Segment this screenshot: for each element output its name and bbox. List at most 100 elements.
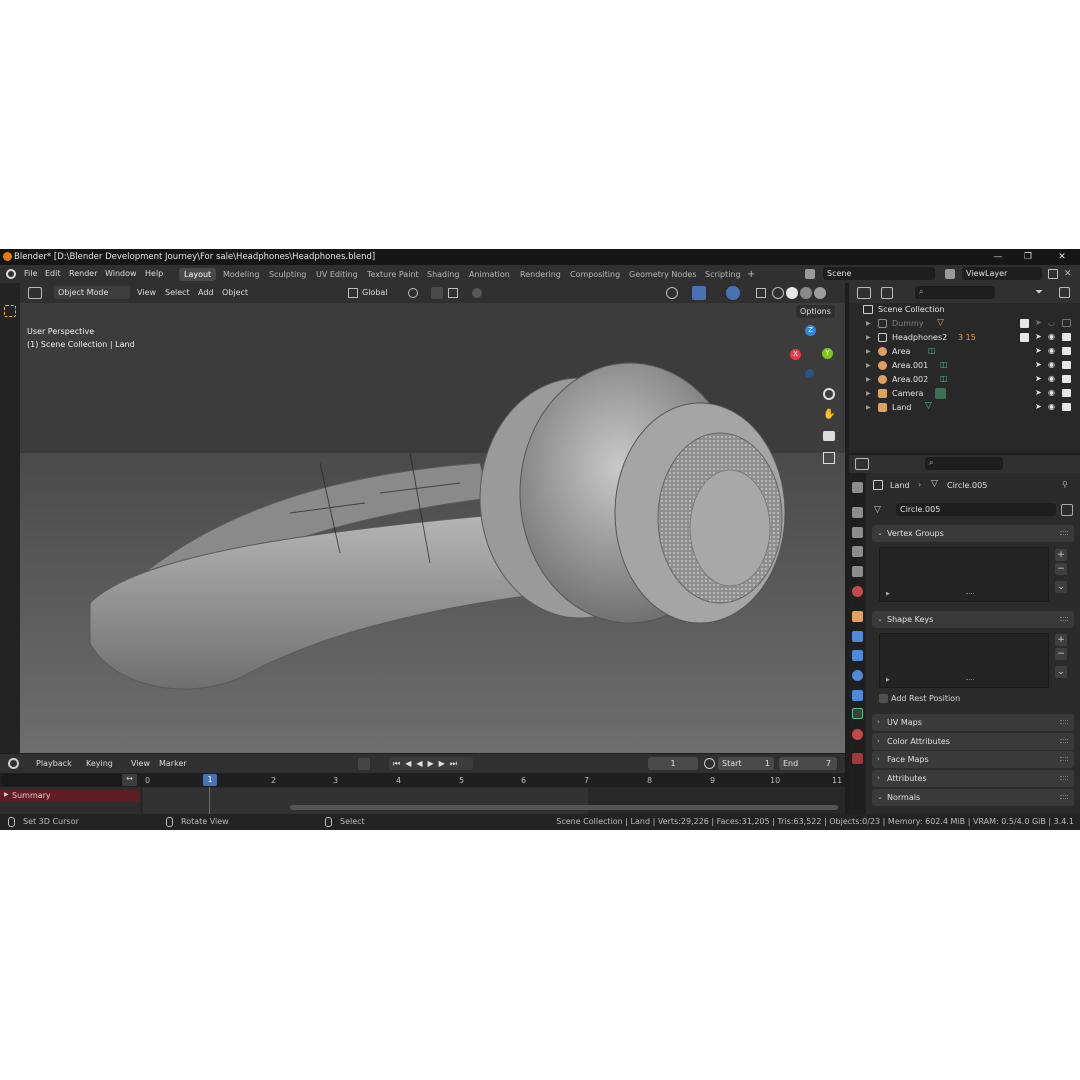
pivot-point-icon[interactable] <box>408 288 418 298</box>
filter-icon[interactable]: ⏷ <box>1035 287 1047 299</box>
shape-key-specials-button[interactable]: ⌄ <box>1055 666 1067 678</box>
outliner-item-area-001[interactable]: ▶ Area.001 ◫ ➤ ◉ <box>849 359 1080 373</box>
selectable-icon[interactable]: ➤ <box>1035 332 1042 341</box>
particles-tab-icon[interactable] <box>852 650 863 661</box>
eye-icon[interactable]: ◉ <box>1048 360 1055 369</box>
outliner-search-field[interactable]: ⌕ <box>915 286 995 299</box>
material-tab-icon[interactable] <box>852 729 863 740</box>
list-resize-grip[interactable] <box>966 679 974 682</box>
menu-playback[interactable]: Playback <box>36 759 72 768</box>
visibility-hidden-icon[interactable]: ◡ <box>1048 318 1055 327</box>
mesh-datablock-icon[interactable]: ▽ <box>874 505 881 515</box>
summary-channel[interactable]: ▶ Summary <box>0 790 140 802</box>
menu-marker[interactable]: Marker <box>159 759 187 768</box>
view-layer-field[interactable]: ViewLayer <box>962 267 1042 280</box>
mesh-name-field[interactable]: Circle.005 <box>896 503 1056 516</box>
menu-view[interactable]: View <box>137 288 156 297</box>
gizmo-x-axis[interactable]: X <box>790 349 801 360</box>
selectable-icon[interactable]: ➤ <box>1035 318 1042 327</box>
list-expand-icon[interactable]: ▶ <box>886 591 890 597</box>
attributes-panel-header[interactable]: › Attributes <box>872 770 1074 787</box>
shape-keys-list[interactable]: ▶ <box>879 633 1049 688</box>
new-view-layer-icon[interactable] <box>1048 269 1058 279</box>
tab-modeling[interactable]: Modeling <box>218 268 264 281</box>
selectable-icon[interactable]: ➤ <box>1035 402 1042 411</box>
view-layer-tab-icon[interactable] <box>852 546 863 557</box>
render-camera-icon[interactable] <box>1062 347 1071 355</box>
tab-texture-paint[interactable]: Texture Paint <box>362 268 424 281</box>
menu-edit[interactable]: Edit <box>45 269 61 278</box>
shape-keys-panel-header[interactable]: ⌄ Shape Keys <box>872 611 1074 628</box>
physics-tab-icon[interactable] <box>852 670 863 681</box>
snap-icon[interactable] <box>431 287 443 299</box>
wireframe-shading-icon[interactable] <box>772 287 784 299</box>
preview-range-icon[interactable] <box>704 758 715 769</box>
selectable-icon[interactable]: ➤ <box>1035 346 1042 355</box>
object-tab-icon[interactable] <box>852 611 863 622</box>
xray-toggle-icon[interactable] <box>756 288 766 298</box>
view-layer-icon[interactable] <box>945 269 955 279</box>
texture-tab-icon[interactable] <box>852 753 863 764</box>
normals-panel-header[interactable]: ⌄ Normals <box>872 789 1074 806</box>
list-resize-grip[interactable] <box>966 593 974 596</box>
render-camera-icon[interactable] <box>1062 333 1071 341</box>
list-expand-icon[interactable]: ▶ <box>886 677 890 683</box>
close-button[interactable]: ✕ <box>1050 250 1074 264</box>
zoom-icon[interactable] <box>823 388 835 400</box>
drag-grip-icon[interactable] <box>1060 531 1068 535</box>
world-tab-icon[interactable] <box>852 586 863 597</box>
selectable-icon[interactable]: ➤ <box>1035 374 1042 383</box>
selectable-icon[interactable]: ➤ <box>1035 360 1042 369</box>
remove-view-layer-icon[interactable]: ✕ <box>1064 269 1074 279</box>
visibility-icon[interactable] <box>666 287 678 299</box>
color-attributes-panel-header[interactable]: › Color Attributes <box>872 733 1074 750</box>
render-camera-icon[interactable] <box>1062 361 1071 369</box>
tab-animation[interactable]: Animation <box>464 268 515 281</box>
pin-icon[interactable]: ⚲ <box>1062 480 1068 489</box>
timeline-filter-icon[interactable]: ↔ <box>122 774 137 786</box>
3d-viewport[interactable]: User Perspective (1) Scene Collection | … <box>20 303 845 753</box>
exclude-checkbox[interactable] <box>1020 319 1029 328</box>
tab-uv-editing[interactable]: UV Editing <box>311 268 363 281</box>
ortho-grid-icon[interactable] <box>823 452 835 464</box>
outliner-item-headphones2[interactable]: ▶ Headphones2 3 15 ➤ ◉ <box>849 331 1080 345</box>
mesh-data-tab-icon[interactable] <box>852 708 863 719</box>
solid-shading-icon[interactable] <box>786 287 798 299</box>
menu-keying[interactable]: Keying <box>86 759 113 768</box>
outliner-item-area[interactable]: ▶ Area ◫ ➤ ◉ <box>849 345 1080 359</box>
eye-icon[interactable]: ◉ <box>1048 332 1055 341</box>
tab-layout[interactable]: Layout <box>179 268 217 281</box>
material-shading-icon[interactable] <box>800 287 812 299</box>
options-button[interactable]: Options <box>796 305 835 318</box>
tab-scripting[interactable]: Scripting <box>700 268 746 281</box>
drag-grip-icon[interactable] <box>1060 795 1068 799</box>
menu-render[interactable]: Render <box>69 269 97 278</box>
editor-type-icon[interactable] <box>28 287 42 299</box>
render-tab-icon[interactable] <box>852 507 863 518</box>
render-camera-icon[interactable] <box>1062 319 1071 327</box>
timeline-ruler[interactable]: ↔ 0 1 2 3 4 5 6 7 8 9 10 11 <box>0 773 845 787</box>
properties-search-field[interactable]: ⌕ <box>925 457 1003 470</box>
select-box-tool-icon[interactable] <box>4 305 16 317</box>
constraints-tab-icon[interactable] <box>852 690 863 701</box>
vertex-groups-list[interactable]: ▶ <box>879 547 1049 602</box>
gizmo-z-axis[interactable]: Z <box>805 325 816 336</box>
auto-keying-icon[interactable] <box>358 758 370 770</box>
timeline-editor-type-icon[interactable] <box>8 758 19 769</box>
render-camera-icon[interactable] <box>1062 403 1071 411</box>
tab-rendering[interactable]: Rendering <box>515 268 566 281</box>
outliner[interactable]: Scene Collection ▶ Dummy ▽ ➤ ◡ ▶ Headpho… <box>849 303 1080 453</box>
face-maps-panel-header[interactable]: › Face Maps <box>872 751 1074 768</box>
drag-grip-icon[interactable] <box>1060 757 1068 761</box>
eye-icon[interactable]: ◉ <box>1048 402 1055 411</box>
tab-sculpting[interactable]: Sculpting <box>264 268 311 281</box>
scene-tab-icon[interactable] <box>852 566 863 577</box>
remove-shape-key-button[interactable]: − <box>1055 648 1067 660</box>
gizmo-y-axis[interactable]: Y <box>822 348 833 359</box>
maximize-button[interactable]: ❐ <box>1016 250 1040 264</box>
vertex-group-specials-button[interactable]: ⌄ <box>1055 581 1067 593</box>
eye-icon[interactable]: ◉ <box>1048 374 1055 383</box>
playback-controls[interactable]: ⏮◀◀▶▶⏭ <box>389 757 473 770</box>
overlay-toggle-icon[interactable] <box>726 286 740 300</box>
pan-hand-icon[interactable]: ✋ <box>823 409 835 421</box>
